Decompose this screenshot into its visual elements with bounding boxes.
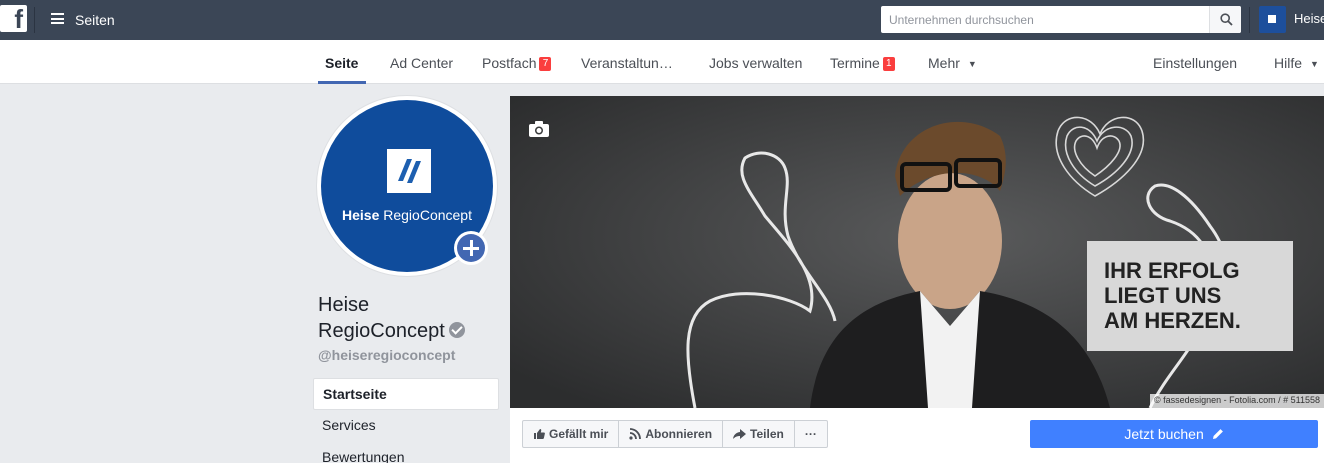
notification-badge: 1 bbox=[882, 57, 895, 71]
tab-jobs-verwalten[interactable]: Jobs verwalten bbox=[709, 55, 802, 71]
update-profile-picture-button[interactable] bbox=[454, 231, 488, 265]
page-title-line1: Heise bbox=[318, 294, 370, 316]
caret-down-icon: ▼ bbox=[967, 59, 977, 69]
plus-icon bbox=[457, 234, 485, 262]
camera-icon[interactable] bbox=[528, 120, 550, 138]
tab-postfach[interactable]: Postfach 7 bbox=[482, 55, 552, 71]
notification-badge: 7 bbox=[539, 57, 552, 71]
action-button-group: Gefällt mir Abonnieren Teilen ··· bbox=[522, 420, 828, 448]
divider bbox=[34, 7, 35, 33]
page-nav-bar: Seite Ad Center Postfach 7 Veranstaltun… … bbox=[0, 40, 1324, 84]
hamburger-menu-icon[interactable] bbox=[51, 13, 64, 24]
search-button[interactable] bbox=[1209, 6, 1241, 33]
follow-button[interactable]: Abonnieren bbox=[619, 421, 724, 447]
rss-icon bbox=[629, 428, 642, 440]
cover-slogan: IHR ERFOLG LIEGT UNS AM HERZEN. bbox=[1087, 241, 1293, 351]
photo-credit: © fassedesignen - Fotolia.com / # 511558 bbox=[1149, 394, 1324, 408]
tab-veranstaltungen[interactable]: Veranstaltun… bbox=[581, 55, 673, 71]
thumbs-up-icon bbox=[534, 429, 545, 439]
page-title-line2: RegioConcept bbox=[318, 320, 445, 342]
sidebar-item-services[interactable]: Services bbox=[313, 410, 499, 442]
page-title[interactable]: Heise RegioConcept bbox=[318, 292, 503, 344]
search-icon bbox=[1220, 13, 1233, 26]
search-bar bbox=[881, 6, 1241, 33]
tab-hilfe[interactable]: Hilfe ▼ bbox=[1274, 55, 1319, 71]
sidebar-nav: Startseite Services Bewertungen bbox=[313, 378, 499, 463]
pages-menu-label[interactable]: Seiten bbox=[75, 12, 115, 28]
share-button[interactable]: Teilen bbox=[723, 421, 795, 447]
search-input[interactable] bbox=[881, 6, 1209, 33]
page-action-bar: Gefällt mir Abonnieren Teilen ··· Jetzt … bbox=[510, 408, 1324, 463]
tab-seite[interactable]: Seite bbox=[325, 55, 358, 71]
tab-einstellungen[interactable]: Einstellungen bbox=[1153, 55, 1237, 71]
facebook-logo-icon[interactable]: f bbox=[0, 4, 27, 34]
top-bar: f Seiten Heise bbox=[0, 0, 1324, 40]
cover-photo[interactable]: IHR ERFOLG LIEGT UNS AM HERZEN. © fassed… bbox=[510, 96, 1324, 408]
page-username[interactable]: @heiseregioconcept bbox=[318, 347, 455, 363]
share-arrow-icon bbox=[733, 429, 747, 439]
heise-logo-mark-icon bbox=[387, 149, 431, 193]
pencil-icon bbox=[1212, 429, 1223, 439]
tab-ad-center[interactable]: Ad Center bbox=[390, 55, 453, 71]
caret-down-icon: ▼ bbox=[1310, 59, 1319, 69]
more-options-button[interactable]: ··· bbox=[795, 421, 827, 447]
sidebar-item-bewertungen[interactable]: Bewertungen bbox=[313, 442, 499, 463]
account-name[interactable]: Heise bbox=[1294, 11, 1324, 26]
verified-badge-icon bbox=[448, 322, 465, 338]
page-avatar[interactable] bbox=[1259, 6, 1286, 33]
like-button[interactable]: Gefällt mir bbox=[523, 421, 620, 447]
tab-mehr[interactable]: Mehr ▼ bbox=[928, 55, 977, 71]
tab-termine[interactable]: Termine 1 bbox=[830, 55, 895, 71]
book-now-button[interactable]: Jetzt buchen bbox=[1030, 420, 1318, 448]
active-tab-indicator bbox=[318, 81, 366, 84]
sidebar-item-startseite[interactable]: Startseite bbox=[313, 378, 499, 410]
divider bbox=[1249, 7, 1250, 33]
logo-wordmark: Heise RegioConcept bbox=[342, 207, 472, 223]
